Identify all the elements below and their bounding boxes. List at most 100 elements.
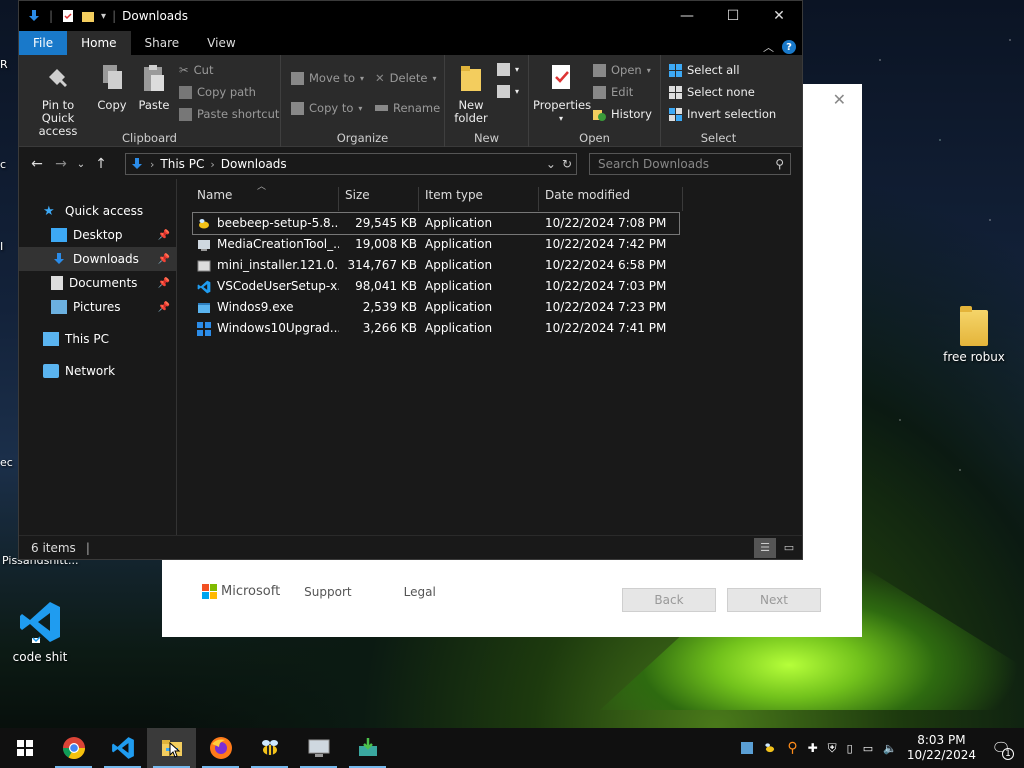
file-row[interactable]: VSCodeUserSetup-x... 98,041 KB Application… <box>193 276 679 297</box>
back-arrow-icon[interactable]: ← <box>25 156 49 172</box>
properties-button[interactable]: Properties ▾ <box>533 63 591 125</box>
move-to-button[interactable]: Move to ▾ <box>291 71 364 85</box>
mouse-cursor-icon <box>169 742 181 758</box>
tray-network-icon[interactable]: ▭ <box>863 742 873 755</box>
cut-button[interactable]: ✂ Cut <box>179 63 213 77</box>
nav-pictures[interactable]: Pictures 📌 <box>19 295 176 319</box>
file-row[interactable]: mini_installer.121.0.... 314,767 KB Applic… <box>193 255 679 276</box>
nav-this-pc[interactable]: This PC <box>19 327 176 351</box>
file-row[interactable]: Windows10Upgrad... 3,266 KB Application 10/… <box>193 318 679 339</box>
taskbar-file-explorer[interactable] <box>147 728 196 768</box>
file-date: 10/22/2024 7:42 PM <box>545 237 667 251</box>
column-type[interactable]: Item type <box>419 187 539 211</box>
rename-button[interactable]: Rename <box>375 101 440 115</box>
help-icon[interactable]: ? <box>782 40 796 54</box>
search-input[interactable]: Search Downloads ⚲ <box>589 153 791 175</box>
tray-volume-muted-icon[interactable]: 🔈 <box>883 742 897 755</box>
edit-button[interactable]: Edit <box>593 85 633 99</box>
copy-button[interactable]: Copy <box>95 63 129 112</box>
file-row[interactable]: MediaCreationTool_... 19,008 KB Applicatio… <box>193 234 679 255</box>
recent-locations-chevron-icon[interactable]: ⌄ <box>73 159 89 170</box>
tray-shield-icon[interactable]: ⛨ <box>828 741 837 756</box>
tray-bee-icon[interactable] <box>763 741 777 755</box>
minimize-icon[interactable]: — <box>664 1 710 31</box>
desktop-clipped-label[interactable]: c <box>0 158 6 171</box>
delete-button[interactable]: ✕ Delete ▾ <box>375 71 436 85</box>
file-size: 19,008 KB <box>355 237 417 251</box>
taskbar-vscode[interactable] <box>98 728 147 768</box>
support-link[interactable]: Support <box>304 585 351 599</box>
tray-app-icon[interactable] <box>741 742 754 754</box>
close-icon[interactable]: ✕ <box>833 90 846 109</box>
tab-view[interactable]: View <box>193 31 249 55</box>
file-row[interactable]: beebeep-setup-5.8.... 29,545 KB Applicatio… <box>192 212 680 235</box>
copy-to-label: Copy to <box>309 101 354 115</box>
select-none-button[interactable]: Select none <box>669 85 755 99</box>
copy-path-button[interactable]: Copy path <box>179 85 256 99</box>
address-dropdown-icon[interactable]: ⌄ <box>546 157 556 171</box>
column-date[interactable]: Date modified <box>539 187 683 211</box>
taskbar-chrome[interactable] <box>49 728 98 768</box>
select-all-button[interactable]: Select all <box>669 63 740 77</box>
title-bar[interactable]: | ▾ | Downloads — ☐ ✕ <box>19 1 802 31</box>
legal-link[interactable]: Legal <box>404 585 436 599</box>
new-folder-qat-icon[interactable] <box>81 9 95 23</box>
back-button[interactable]: Back <box>622 588 716 612</box>
taskbar-app[interactable] <box>294 728 343 768</box>
desktop-shortcut-vscode[interactable]: code shit <box>0 600 80 664</box>
qat-dropdown-icon[interactable]: ▾ <box>101 11 106 22</box>
easy-access-button[interactable]: ▾ <box>497 85 519 98</box>
desktop-clipped-label[interactable]: I <box>0 240 3 253</box>
start-button[interactable] <box>0 728 49 768</box>
desktop-folder-free-robux[interactable]: free robux <box>934 306 1014 364</box>
file-row[interactable]: Windos9.exe 2,539 KB Application 10/22/2024… <box>193 297 679 318</box>
tab-home[interactable]: Home <box>67 31 131 55</box>
firefox-icon <box>209 737 232 759</box>
rename-icon <box>375 105 388 111</box>
pin-quick-access-button[interactable]: Pin to Quick access <box>25 63 91 138</box>
new-item-button[interactable]: ▾ <box>497 63 519 76</box>
nav-quick-access[interactable]: ★ Quick access <box>19 199 176 223</box>
nav-documents[interactable]: Documents 📌 <box>19 271 176 295</box>
large-icons-view-icon[interactable]: ▭ <box>778 538 800 558</box>
close-icon[interactable]: ✕ <box>756 1 802 31</box>
desktop-clipped-label[interactable]: R <box>0 58 8 71</box>
action-center-button[interactable]: 🗨 1 <box>986 728 1016 768</box>
tray-usb-icon[interactable]: ▯ <box>847 742 853 755</box>
open-button[interactable]: Open ▾ <box>593 63 651 77</box>
taskbar-beebeep[interactable] <box>245 728 294 768</box>
address-bar[interactable]: › This PC › Downloads ⌄ ↻ <box>125 153 577 175</box>
forward-arrow-icon[interactable]: → <box>49 156 73 172</box>
details-view-icon[interactable]: ☰ <box>754 537 776 558</box>
up-arrow-icon[interactable]: ↑ <box>89 156 113 172</box>
tab-file[interactable]: File <box>19 31 68 55</box>
nav-desktop[interactable]: Desktop 📌 <box>19 223 176 247</box>
nav-downloads[interactable]: Downloads 📌 <box>19 247 176 271</box>
collapse-ribbon-icon[interactable]: ︿ <box>763 39 774 55</box>
maximize-icon[interactable]: ☐ <box>710 1 756 31</box>
next-button[interactable]: Next <box>727 588 821 612</box>
desktop-clipped-label[interactable]: ec <box>0 456 13 469</box>
tray-security-icon[interactable]: ✚ <box>808 741 818 755</box>
new-folder-button[interactable]: New folder <box>451 63 491 125</box>
status-bar: 6 items | ☰ ▭ <box>19 535 802 559</box>
clock[interactable]: 8:03 PM 10/22/2024 <box>907 733 976 763</box>
breadcrumb-downloads[interactable]: Downloads <box>221 157 287 171</box>
taskbar-firefox[interactable] <box>196 728 245 768</box>
breadcrumb-this-pc[interactable]: This PC <box>160 157 204 171</box>
refresh-icon[interactable]: ↻ <box>562 157 572 171</box>
taskbar-installer[interactable] <box>343 728 392 768</box>
history-button[interactable]: History <box>593 107 652 121</box>
copy-to-button[interactable]: Copy to ▾ <box>291 101 362 115</box>
paste-button[interactable]: Paste <box>137 63 171 112</box>
tab-share[interactable]: Share <box>131 31 194 55</box>
tray-search-icon[interactable]: ⚲ <box>787 740 797 756</box>
properties-icon[interactable] <box>61 9 75 23</box>
invert-selection-button[interactable]: Invert selection <box>669 107 776 121</box>
column-size[interactable]: Size <box>339 187 419 211</box>
file-size: 314,767 KB <box>347 258 417 272</box>
nav-network[interactable]: Network <box>19 359 176 383</box>
computer-app-icon <box>308 739 329 757</box>
paste-shortcut-button[interactable]: Paste shortcut <box>179 107 279 121</box>
column-name[interactable]: Name <box>191 187 339 211</box>
